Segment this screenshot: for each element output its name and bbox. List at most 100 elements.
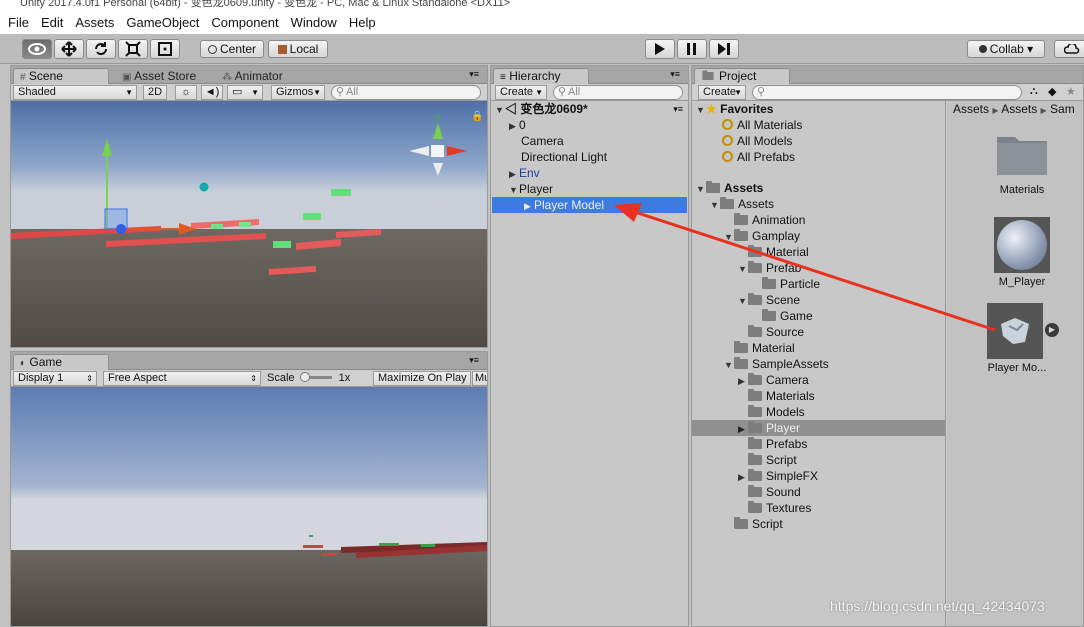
expand-arrow-icon[interactable]: ▼	[495, 102, 505, 118]
rect-tool-button[interactable]	[150, 39, 180, 59]
scale-slider[interactable]: Scale 1x	[267, 371, 367, 386]
tab-game[interactable]: ◐ Game	[13, 354, 109, 370]
folder-item[interactable]: Game	[762, 308, 813, 324]
aspect-dropdown[interactable]: Free Aspect ⇕	[103, 371, 261, 386]
expand-arrow-icon[interactable]: ▼	[509, 182, 519, 198]
tab-asset-store[interactable]: ▣ Asset Store	[115, 68, 211, 84]
asset-tile-selected[interactable]: ▶ Player Mo...	[987, 303, 1077, 379]
scale-thumb[interactable]	[299, 372, 310, 382]
maximize-on-play-toggle[interactable]: Maximize On Play	[373, 371, 471, 386]
tab-scene[interactable]: # Scene	[13, 68, 109, 84]
scale-track[interactable]	[299, 372, 332, 382]
folder-item[interactable]: ▼ SampleAssets	[724, 356, 829, 372]
folder-item[interactable]: Material	[748, 244, 809, 260]
effects-dropdown[interactable]: ▭ ▼	[227, 85, 263, 100]
assets-root[interactable]: ▼ Assets	[696, 180, 763, 196]
folder-item[interactable]: ▼ Gamplay	[724, 228, 800, 244]
asset-tile[interactable]: M_Player	[987, 217, 1057, 293]
rotate-tool-button[interactable]	[86, 39, 116, 59]
breadcrumb-item[interactable]: Sam	[1050, 102, 1075, 116]
folder-item[interactable]: ▶ SimpleFX	[738, 468, 818, 484]
menu-edit[interactable]: Edit	[41, 15, 63, 30]
panel-menu-icon[interactable]: ▾≡	[670, 69, 680, 80]
panel-menu-icon[interactable]: ▾≡	[469, 355, 479, 366]
hierarchy-search-input[interactable]: ⚲ All	[553, 85, 683, 100]
expand-arrow-icon[interactable]: ▼	[738, 261, 748, 277]
star-icon[interactable]: ★	[1066, 85, 1076, 98]
expand-arrow-icon[interactable]: ▼	[738, 293, 748, 309]
hierarchy-item[interactable]: ▼Player	[509, 181, 553, 197]
favorite-item[interactable]: All Materials	[722, 117, 802, 133]
menu-help[interactable]: Help	[349, 15, 376, 30]
cloud-button[interactable]	[1054, 40, 1084, 58]
folder-item[interactable]: ▶ Camera	[738, 372, 809, 388]
view-tool-button[interactable]	[22, 39, 52, 59]
folder-item[interactable]: Source	[748, 324, 804, 340]
folder-item[interactable]: Sound	[748, 484, 801, 500]
hierarchy-create-dropdown[interactable]: Create ▼	[495, 85, 547, 100]
lighting-toggle[interactable]: ☼	[175, 85, 197, 100]
folder-item[interactable]: Material	[734, 340, 795, 356]
menu-file[interactable]: File	[8, 15, 29, 30]
expand-arrow-icon[interactable]: ▼	[710, 197, 720, 213]
folder-item[interactable]: Textures	[748, 500, 811, 516]
folder-item[interactable]: Script	[748, 452, 797, 468]
folder-item[interactable]: ▼ Assets	[710, 196, 774, 212]
folder-item[interactable]: ▼ Scene	[738, 292, 800, 308]
collapse-arrow-icon[interactable]: ▶	[509, 118, 519, 134]
gizmos-dropdown[interactable]: Gizmos ▼	[271, 85, 325, 100]
expand-arrow-icon[interactable]: ▼	[696, 181, 706, 197]
collapse-arrow-icon[interactable]: ▶	[738, 373, 748, 389]
folder-item[interactable]: Particle	[762, 276, 820, 292]
mute-audio-toggle[interactable]: Mu	[472, 371, 488, 386]
folder-item[interactable]: Materials	[748, 388, 815, 404]
hierarchy-item[interactable]: ▶ 0	[509, 117, 526, 133]
scene-search-input[interactable]: ⚲ All	[331, 85, 481, 100]
scale-tool-button[interactable]	[118, 39, 148, 59]
hierarchy-item[interactable]: Directional Light	[521, 149, 607, 165]
pivot-local-button[interactable]: Local	[268, 40, 328, 58]
menu-assets[interactable]: Assets	[75, 15, 114, 30]
menu-window[interactable]: Window	[291, 15, 337, 30]
favorite-item[interactable]: All Models	[722, 133, 792, 149]
hierarchy-item[interactable]: Camera	[521, 133, 564, 149]
pivot-center-button[interactable]: Center	[200, 40, 264, 58]
move-tool-button[interactable]	[54, 39, 84, 59]
folder-item[interactable]: Models	[748, 404, 805, 420]
menu-component[interactable]: Component	[211, 15, 278, 30]
step-button[interactable]	[709, 39, 739, 59]
display-dropdown[interactable]: Display 1 ⇕	[13, 371, 97, 386]
project-search-input[interactable]: ⚲	[752, 85, 1022, 100]
play-button[interactable]	[645, 39, 675, 59]
favorites-header[interactable]: ▼★ Favorites	[696, 101, 773, 117]
filter-type-icon[interactable]: ⛬	[1030, 85, 1038, 98]
menu-gameobject[interactable]: GameObject	[126, 15, 199, 30]
tab-hierarchy[interactable]: ≡ Hierarchy	[493, 68, 589, 84]
lock-icon[interactable]: 🔒	[471, 110, 483, 122]
folder-item[interactable]: ▼ Prefab	[738, 260, 801, 276]
collapse-arrow-icon[interactable]: ▶	[738, 469, 748, 485]
asset-tile[interactable]: Materials	[987, 131, 1057, 201]
collapse-arrow-icon[interactable]: ▶	[509, 166, 519, 182]
collapse-arrow-icon[interactable]: ▶	[738, 421, 748, 437]
project-create-dropdown[interactable]: Create ▼	[698, 85, 746, 100]
pause-button[interactable]	[677, 39, 707, 59]
game-viewport[interactable]	[11, 387, 487, 626]
shading-mode-dropdown[interactable]: Shaded ▼	[13, 85, 137, 100]
expand-asset-icon[interactable]: ▶	[1045, 323, 1059, 337]
breadcrumb-item[interactable]: Assets	[953, 102, 989, 116]
folder-item[interactable]: Animation	[734, 212, 805, 228]
expand-arrow-icon[interactable]: ▼	[724, 357, 734, 373]
scene-viewport[interactable]: y ≡ Iso 🔒	[11, 101, 487, 347]
audio-toggle[interactable]: ◄)	[201, 85, 223, 100]
label-icon[interactable]: ◆	[1048, 85, 1056, 98]
collab-button[interactable]: Collab ▾	[967, 40, 1045, 58]
folder-item[interactable]: Prefabs	[748, 436, 807, 452]
scene-root-row[interactable]: ▼◁ 变色龙0609* ▾≡	[495, 101, 685, 117]
collapse-arrow-icon[interactable]: ▶	[524, 198, 534, 214]
tab-project[interactable]: Project	[694, 68, 790, 84]
hierarchy-item-selected[interactable]: ▶ Player Model	[492, 197, 687, 213]
folder-item[interactable]: Script	[734, 516, 783, 532]
folder-item-selected[interactable]: ▶ Player	[692, 420, 945, 436]
breadcrumb-item[interactable]: Assets	[1001, 102, 1037, 116]
